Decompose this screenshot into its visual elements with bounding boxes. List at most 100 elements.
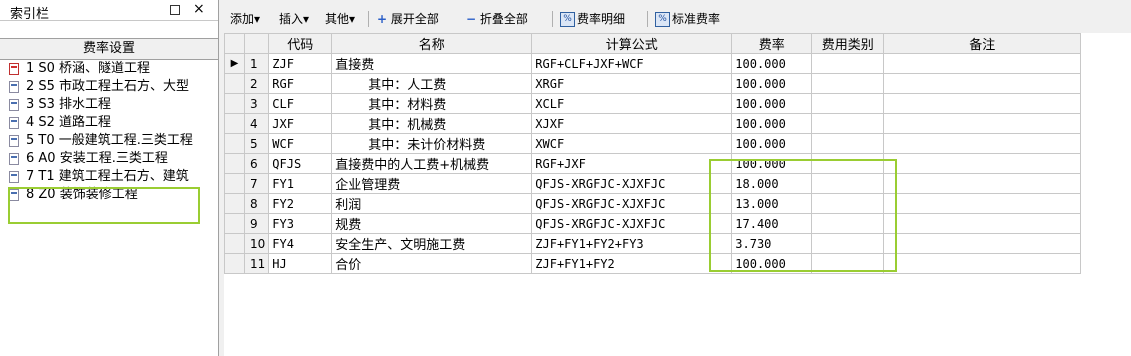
cell-formula[interactable]: ZJF+FY1+FY2+FY3: [531, 233, 733, 254]
cell-note[interactable]: [883, 53, 1082, 74]
cell-note[interactable]: [883, 193, 1082, 214]
cell-code[interactable]: FY4: [268, 233, 333, 254]
other-menu-button[interactable]: 其他▾: [325, 10, 355, 28]
row-indicator: [224, 213, 245, 234]
cell-rate[interactable]: 100.000: [731, 113, 813, 134]
standard-rate-button[interactable]: % 标准费率: [655, 10, 720, 28]
cell-category[interactable]: [811, 113, 885, 134]
cell-category[interactable]: [811, 93, 885, 114]
cell-category[interactable]: [811, 133, 885, 154]
row-indicator: [224, 73, 245, 94]
doc-icon: [9, 135, 19, 147]
table-row[interactable]: 3 CLF 其中：材料费 XCLF 100.000: [224, 93, 1082, 114]
table-row[interactable]: 4 JXF 其中：机械费 XJXF 100.000: [224, 113, 1082, 134]
cell-note[interactable]: [883, 233, 1082, 254]
table-row[interactable]: 10 FY4 安全生产、文明施工费 ZJF+FY1+FY2+FY3 3.730: [224, 233, 1082, 254]
cell-formula[interactable]: RGF+CLF+JXF+WCF: [531, 53, 733, 74]
close-icon[interactable]: ×: [193, 1, 205, 17]
rate-detail-button[interactable]: % 费率明细: [560, 10, 625, 28]
tree-item[interactable]: 3 S3 排水工程: [0, 96, 218, 114]
cell-name[interactable]: 利润: [331, 193, 533, 214]
row-number: 4: [243, 113, 270, 134]
tree-item[interactable]: 6 A0 安装工程.三类工程: [0, 150, 218, 168]
cell-formula[interactable]: RGF+JXF: [531, 153, 733, 174]
cell-name[interactable]: 其中：未计价材料费: [331, 133, 533, 154]
minus-icon: −: [466, 12, 477, 26]
tree-item[interactable]: 4 S2 道路工程: [0, 114, 218, 132]
cell-formula[interactable]: XCLF: [531, 93, 733, 114]
doc-icon: [9, 81, 19, 93]
cell-formula[interactable]: XRGF: [531, 73, 733, 94]
cell-code[interactable]: ZJF: [268, 53, 333, 74]
cell-category[interactable]: [811, 73, 885, 94]
cell-formula[interactable]: XWCF: [531, 133, 733, 154]
column-header-formula[interactable]: 计算公式: [531, 33, 733, 54]
table-row[interactable]: 11 HJ 合价 ZJF+FY1+FY2 100.000: [224, 253, 1082, 274]
cell-name[interactable]: 直接费: [331, 53, 533, 74]
cell-name[interactable]: 规费: [331, 213, 533, 234]
cell-rate[interactable]: 100.000: [731, 73, 813, 94]
cell-formula[interactable]: QFJS-XRGFJC-XJXFJC: [531, 213, 733, 234]
cell-note[interactable]: [883, 93, 1082, 114]
cell-name[interactable]: 其中：人工费: [331, 73, 533, 94]
cell-note[interactable]: [883, 113, 1082, 134]
tree-item[interactable]: 1 S0 桥涵、隧道工程: [0, 60, 218, 78]
column-header-code[interactable]: 代码: [268, 33, 333, 54]
cell-code[interactable]: RGF: [268, 73, 333, 94]
cell-name[interactable]: 合价: [331, 253, 533, 274]
highlight-box: [8, 187, 200, 224]
column-header-category[interactable]: 费用类别: [811, 33, 885, 54]
cell-note[interactable]: [883, 173, 1082, 194]
cell-note[interactable]: [883, 133, 1082, 154]
cell-code[interactable]: FY1: [268, 173, 333, 194]
table-row[interactable]: 9 FY3 规费 QFJS-XRGFJC-XJXFJC 17.400: [224, 213, 1082, 234]
cell-note[interactable]: [883, 153, 1082, 174]
table-row[interactable]: 6 QFJS 直接费中的人工费+机械费 RGF+JXF 100.000: [224, 153, 1082, 174]
expand-all-button[interactable]: + 展开全部: [377, 10, 439, 28]
row-number: 5: [243, 133, 270, 154]
cell-name[interactable]: 其中：机械费: [331, 113, 533, 134]
cell-name[interactable]: 直接费中的人工费+机械费: [331, 153, 533, 174]
table-row[interactable]: 5 WCF 其中：未计价材料费 XWCF 100.000: [224, 133, 1082, 154]
row-indicator: ▶: [224, 53, 245, 74]
cell-formula[interactable]: ZJF+FY1+FY2: [531, 253, 733, 274]
cell-rate[interactable]: 100.000: [731, 133, 813, 154]
cell-code[interactable]: FY2: [268, 193, 333, 214]
cell-formula[interactable]: QFJS-XRGFJC-XJXFJC: [531, 193, 733, 214]
cell-rate[interactable]: 100.000: [731, 53, 813, 74]
cell-rate[interactable]: 100.000: [731, 93, 813, 114]
restore-icon[interactable]: [170, 5, 180, 15]
cell-code[interactable]: WCF: [268, 133, 333, 154]
cell-note[interactable]: [883, 253, 1082, 274]
cell-name[interactable]: 其中：材料费: [331, 93, 533, 114]
cell-note[interactable]: [883, 73, 1082, 94]
cell-name[interactable]: 安全生产、文明施工费: [331, 233, 533, 254]
column-header-rate[interactable]: 费率: [731, 33, 813, 54]
cell-code[interactable]: FY3: [268, 213, 333, 234]
cell-code[interactable]: HJ: [268, 253, 333, 274]
tree-item-label: 6 A0 安装工程.三类工程: [26, 151, 168, 166]
collapse-all-button[interactable]: − 折叠全部: [466, 10, 528, 28]
row-number: 6: [243, 153, 270, 174]
table-row[interactable]: 2 RGF 其中：人工费 XRGF 100.000: [224, 73, 1082, 94]
cell-code[interactable]: JXF: [268, 113, 333, 134]
add-menu-button[interactable]: 添加▾: [230, 10, 260, 28]
cell-note[interactable]: [883, 213, 1082, 234]
cell-formula[interactable]: XJXF: [531, 113, 733, 134]
table-row[interactable]: ▶ 1 ZJF 直接费 RGF+CLF+JXF+WCF 100.000: [224, 53, 1082, 74]
table-row[interactable]: 7 FY1 企业管理费 QFJS-XRGFJC-XJXFJC 18.000: [224, 173, 1082, 194]
doc-icon: [9, 171, 19, 183]
table-row[interactable]: 8 FY2 利润 QFJS-XRGFJC-XJXFJC 13.000: [224, 193, 1082, 214]
column-header-name[interactable]: 名称: [331, 33, 533, 54]
cell-category[interactable]: [811, 53, 885, 74]
column-header-note[interactable]: 备注: [883, 33, 1082, 54]
cell-name[interactable]: 企业管理费: [331, 173, 533, 194]
cell-code[interactable]: CLF: [268, 93, 333, 114]
insert-menu-button[interactable]: 插入▾: [279, 10, 309, 28]
cell-formula[interactable]: QFJS-XRGFJC-XJXFJC: [531, 173, 733, 194]
cell-code[interactable]: QFJS: [268, 153, 333, 174]
tree-item[interactable]: 2 S5 市政工程土石方、大型: [0, 78, 218, 96]
doc-icon: [9, 117, 19, 129]
tree-item[interactable]: 7 T1 建筑工程土石方、建筑: [0, 168, 218, 186]
tree-item[interactable]: 5 T0 一般建筑工程.三类工程: [0, 132, 218, 150]
